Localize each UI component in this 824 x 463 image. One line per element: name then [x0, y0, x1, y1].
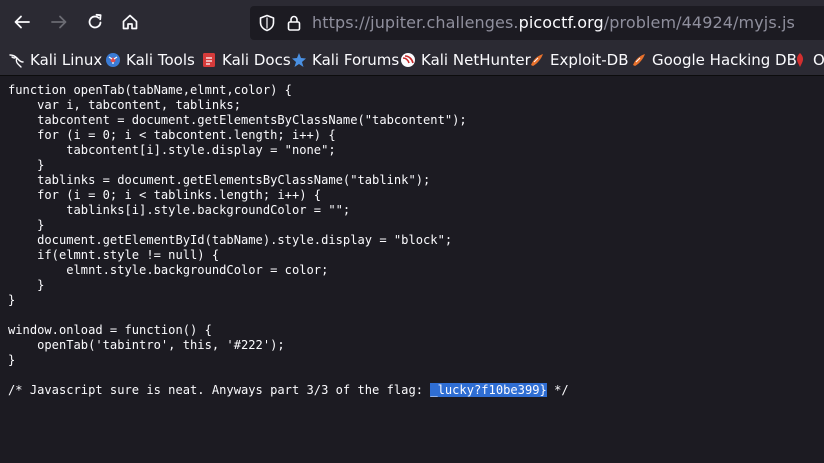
- bookmark-label: Of: [813, 51, 824, 69]
- bookmark-kali-docs[interactable]: Kali Docs: [201, 45, 291, 75]
- nethunter-icon: [400, 52, 416, 68]
- bookmark-label: Google Hacking DB: [652, 51, 797, 69]
- source-code-view[interactable]: function openTab(tabName,elmnt,color) { …: [8, 83, 818, 398]
- back-button[interactable]: [4, 4, 40, 40]
- bookmark-kali-forums[interactable]: Kali Forums: [291, 45, 399, 75]
- forward-arrow-icon: [51, 15, 67, 29]
- exploit-db-icon: [529, 52, 545, 68]
- kali-tools-icon: [105, 52, 121, 68]
- url-path: /problem/44924/myjs.js: [603, 13, 795, 32]
- reload-button[interactable]: [77, 4, 113, 40]
- kali-forums-icon: [291, 52, 307, 68]
- url-host: picoctf.org: [518, 13, 604, 32]
- forward-button[interactable]: [41, 4, 77, 40]
- browser-toolbar: https://jupiter.challenges.picoctf.org/p…: [0, 0, 824, 45]
- url-prefix: https://jupiter.challenges.: [312, 13, 519, 32]
- bookmark-label: Kali Forums: [312, 51, 400, 69]
- bookmark-google-hacking-db[interactable]: Google Hacking DB: [631, 45, 797, 75]
- ghdb-icon: [631, 52, 647, 68]
- bookmark-kali-tools[interactable]: Kali Tools: [105, 45, 195, 75]
- back-arrow-icon: [14, 15, 30, 29]
- lock-icon[interactable]: [281, 6, 307, 40]
- offsec-icon: [792, 52, 808, 68]
- bookmark-label: Exploit-DB: [550, 51, 629, 69]
- bookmark-label: Kali Linux: [30, 51, 103, 69]
- bookmark-label: Kali NetHunter: [421, 51, 531, 69]
- bookmark-offsec[interactable]: Of: [792, 45, 824, 75]
- flag-comment-start: /* Javascript sure is neat. Anyways part…: [8, 383, 431, 397]
- home-icon: [122, 14, 138, 30]
- bookmarks-toolbar: Kali Linux Kali Tools Kali Docs Kali For…: [0, 45, 824, 76]
- site-info-icon[interactable]: [253, 6, 281, 40]
- flag-comment-end: */: [546, 383, 569, 397]
- code-lines: function openTab(tabName,elmnt,color) { …: [8, 83, 467, 367]
- kali-dragon-icon: [9, 52, 25, 68]
- kali-docs-icon: [201, 52, 217, 68]
- bookmark-label: Kali Docs: [222, 51, 291, 69]
- reload-icon: [88, 13, 102, 29]
- home-button[interactable]: [112, 4, 148, 40]
- bookmark-kali-nethunter[interactable]: Kali NetHunter: [400, 45, 531, 75]
- bookmark-exploit-db[interactable]: Exploit-DB: [529, 45, 629, 75]
- bookmark-label: Kali Tools: [126, 51, 195, 69]
- flag-selection[interactable]: _lucky?f10be399}: [430, 383, 547, 397]
- url-text[interactable]: https://jupiter.challenges.picoctf.org/p…: [312, 6, 795, 40]
- address-bar[interactable]: https://jupiter.challenges.picoctf.org/p…: [250, 6, 824, 40]
- bookmark-kali-linux[interactable]: Kali Linux: [9, 45, 102, 75]
